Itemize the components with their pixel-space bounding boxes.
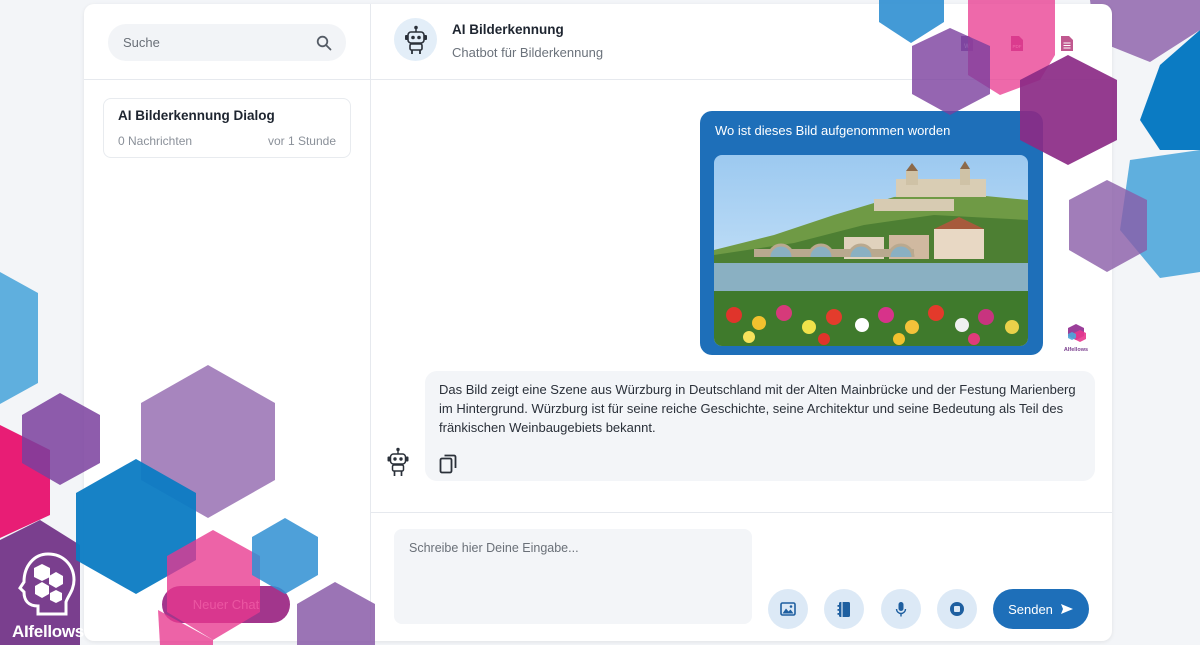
- notebook-button[interactable]: [824, 589, 864, 629]
- search-icon[interactable]: [316, 35, 332, 51]
- new-chat-button[interactable]: Neuer Chat: [162, 586, 290, 623]
- voice-input-button[interactable]: [881, 589, 921, 629]
- chat-main: AI Bilderkennung Chatbot für Bilderkennu…: [371, 4, 1112, 641]
- svg-text:AIfellows: AIfellows: [1064, 347, 1088, 352]
- composer: Senden: [371, 512, 1112, 641]
- chat-list-item[interactable]: AI Bilderkennung Dialog 0 Nachrichten vo…: [103, 98, 351, 158]
- chat-message-count: 0 Nachrichten: [118, 134, 193, 148]
- upload-image-button[interactable]: [768, 589, 808, 629]
- svg-text:W: W: [964, 44, 970, 50]
- user-avatar-logo: AIfellows: [1064, 324, 1088, 352]
- robot-icon: [404, 25, 427, 54]
- brand-name: AIfellows: [12, 622, 84, 641]
- pdf-doc-icon[interactable]: PDF: [1006, 34, 1028, 52]
- bot-subtitle: Chatbot für Bilderkennung: [452, 45, 604, 60]
- image-icon: [780, 602, 796, 616]
- bot-message-avatar: [387, 447, 409, 476]
- search-box[interactable]: [108, 24, 346, 61]
- search-input[interactable]: [123, 35, 293, 50]
- microphone-icon: [895, 601, 907, 616]
- send-icon: [1060, 604, 1073, 614]
- send-button[interactable]: Senden: [993, 589, 1089, 629]
- stop-button[interactable]: [937, 589, 977, 629]
- bot-name: AI Bilderkennung: [452, 22, 564, 37]
- search-area: [84, 4, 371, 80]
- notebook-icon: [837, 601, 850, 617]
- user-message-text: Wo ist dieses Bild aufgenommen worden: [715, 123, 951, 138]
- svg-text:PDF: PDF: [1013, 44, 1022, 49]
- word-doc-icon[interactable]: W: [956, 34, 978, 52]
- bot-message-text: Das Bild zeigt eine Szene aus Würzburg i…: [439, 382, 1076, 435]
- chat-timestamp: vor 1 Stunde: [267, 134, 336, 148]
- send-label: Senden: [1008, 601, 1053, 617]
- chat-title: AI Bilderkennung Dialog: [118, 108, 275, 123]
- app-window: AI Bilderkennung Dialog 0 Nachrichten vo…: [84, 4, 1112, 641]
- bot-avatar: [394, 18, 437, 61]
- uploaded-photo[interactable]: [714, 155, 1028, 346]
- brand-logo-icon: [18, 552, 76, 616]
- brand-logo: AIfellows: [8, 550, 88, 641]
- sidebar: AI Bilderkennung Dialog 0 Nachrichten vo…: [84, 4, 371, 641]
- photo-illustration: [714, 155, 1028, 346]
- stop-icon: [950, 602, 964, 616]
- user-message: Wo ist dieses Bild aufgenommen worden: [700, 111, 1043, 355]
- text-doc-icon[interactable]: [1056, 34, 1078, 52]
- bot-message: Das Bild zeigt eine Szene aus Würzburg i…: [425, 371, 1095, 481]
- chat-header: AI Bilderkennung Chatbot für Bilderkennu…: [371, 4, 1112, 80]
- message-input[interactable]: [394, 529, 752, 624]
- copy-icon[interactable]: [439, 454, 457, 474]
